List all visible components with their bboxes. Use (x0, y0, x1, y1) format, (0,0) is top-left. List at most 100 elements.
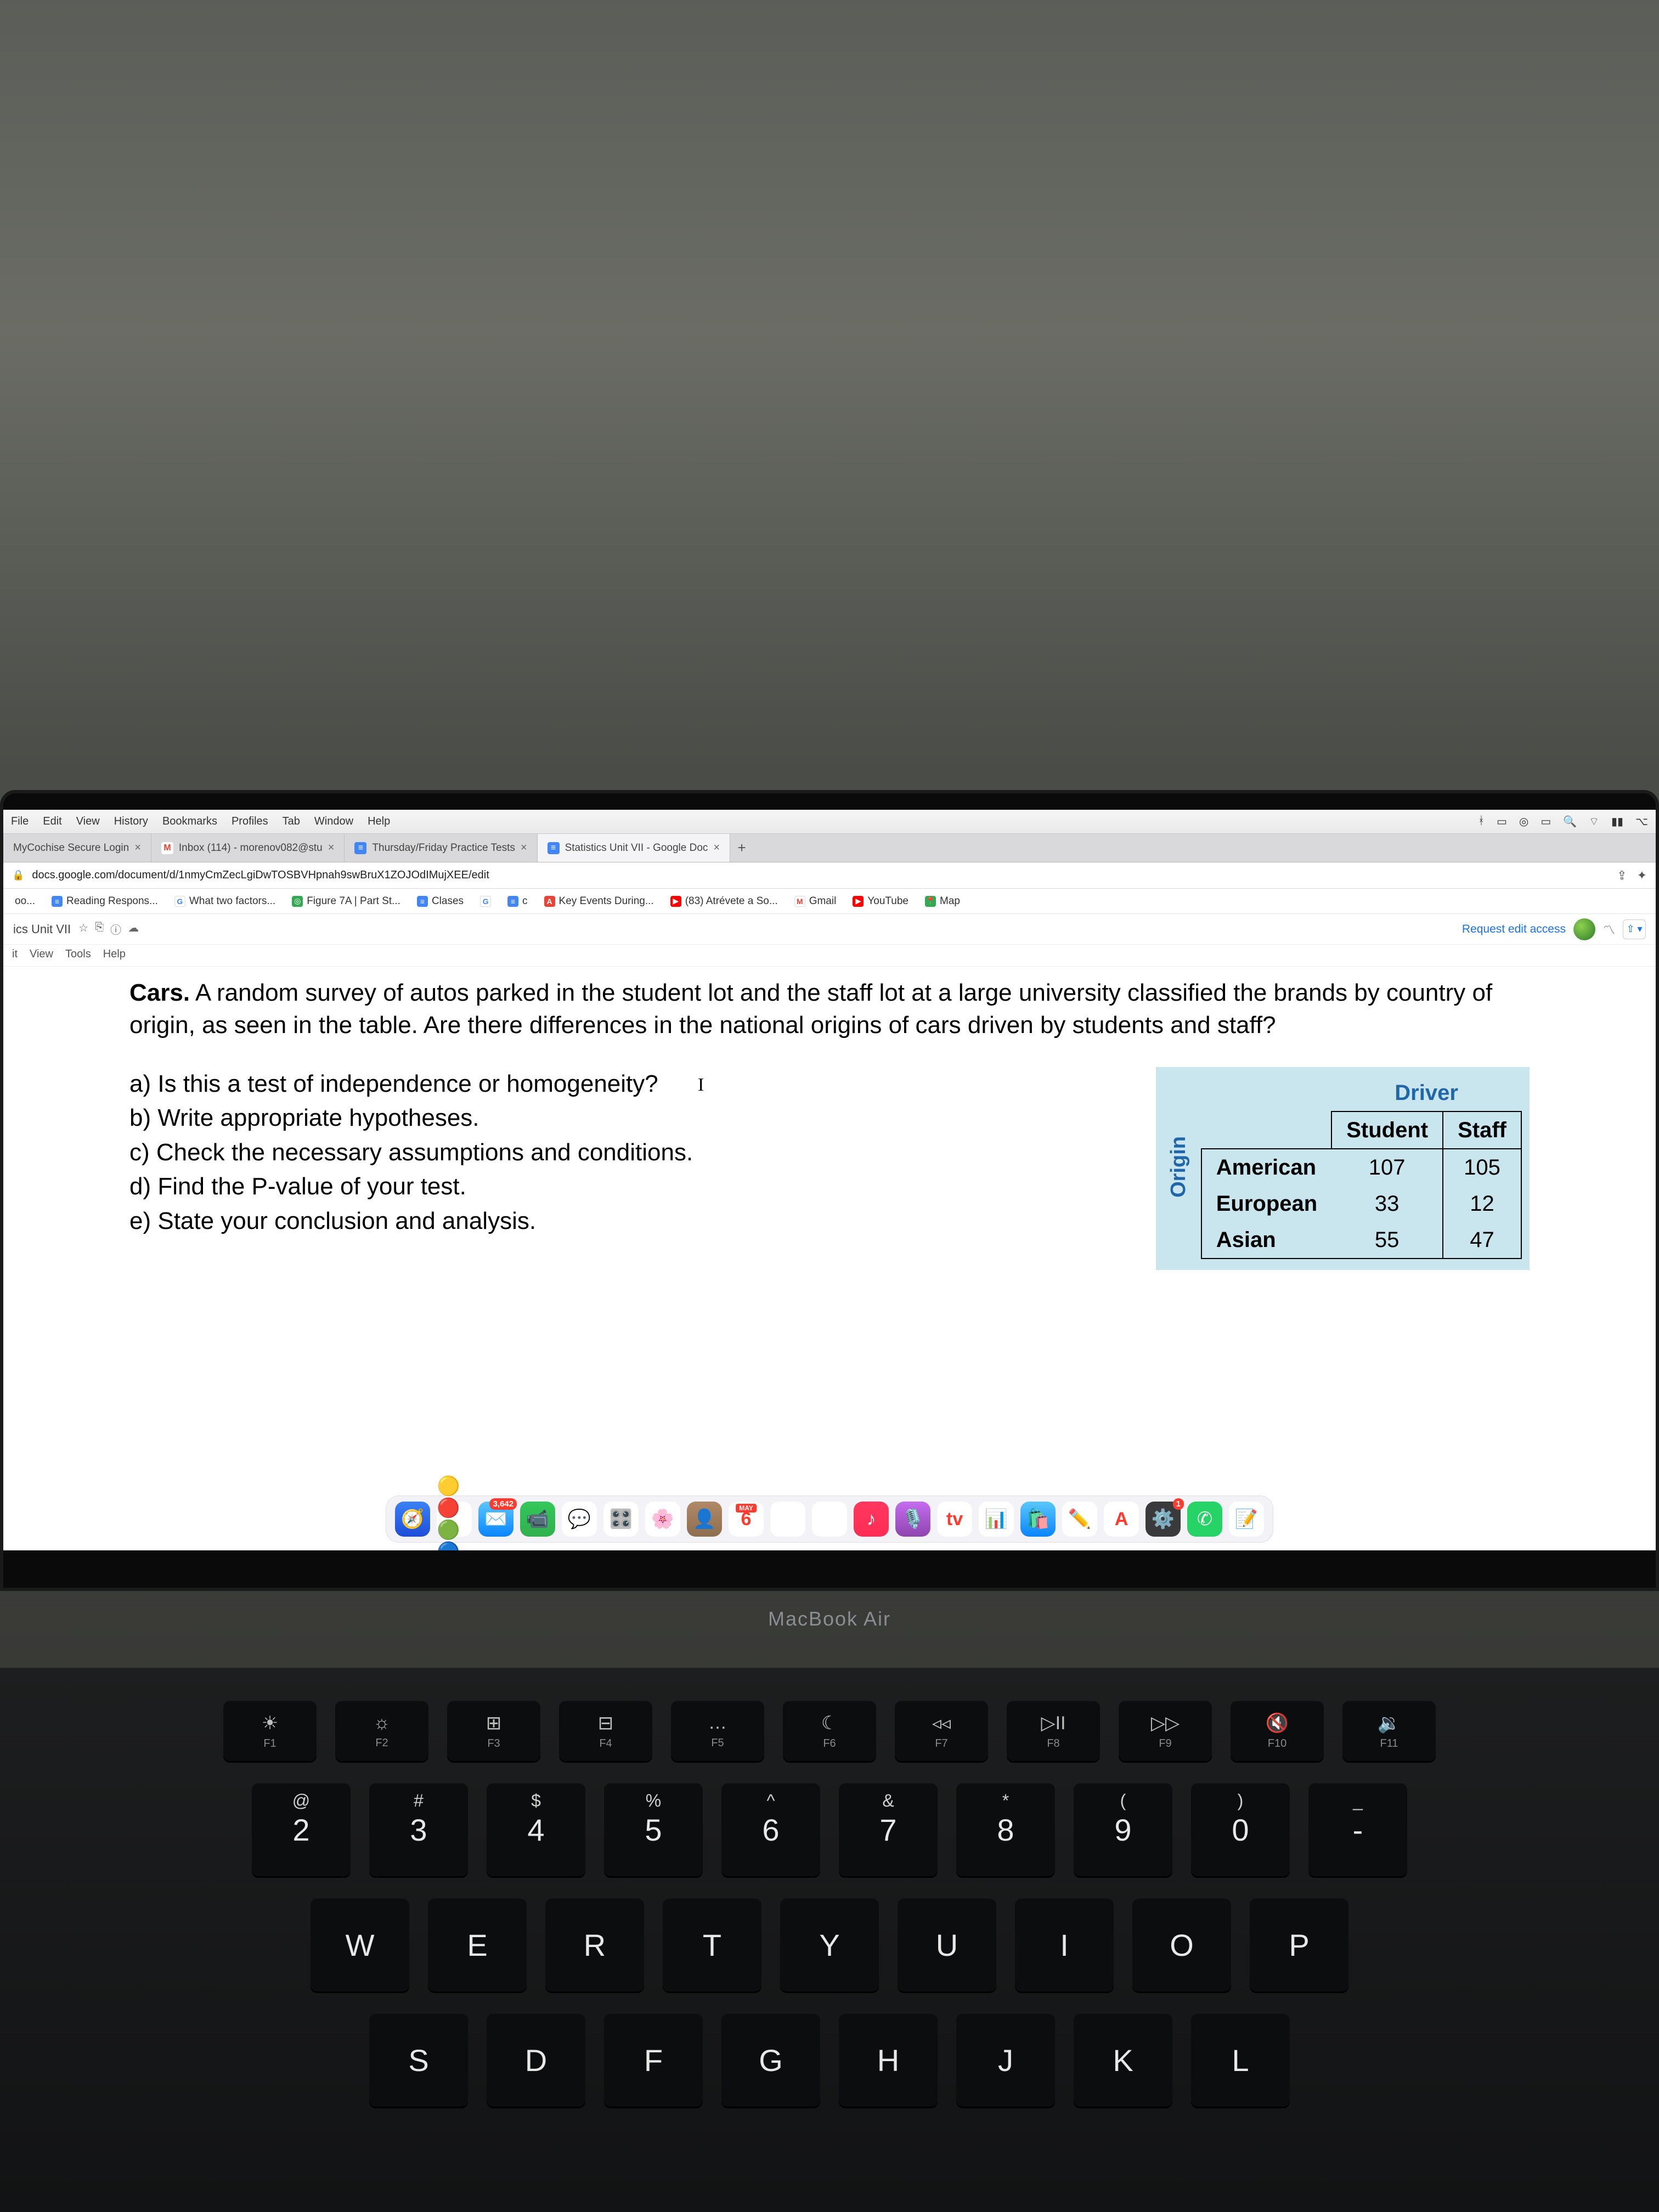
user-avatar[interactable] (1573, 918, 1595, 940)
function-key[interactable]: ☼F2 (335, 1701, 428, 1761)
letter-key[interactable]: U (898, 1898, 996, 1991)
dock-app[interactable]: 📝 (1229, 1502, 1264, 1537)
bookmark-item[interactable]: ≡Clases (411, 893, 470, 910)
bookmark-item[interactable]: ▶(83) Atrévete a So... (664, 893, 784, 910)
bluetooth-icon[interactable]: ᚼ (1478, 815, 1485, 828)
share-icon[interactable]: ⇪ (1617, 868, 1627, 883)
menu-file[interactable]: File (11, 815, 29, 828)
trend-icon[interactable]: 〽︎ (1603, 921, 1615, 938)
number-key[interactable]: $4 (487, 1783, 585, 1876)
letter-key[interactable]: D (487, 2013, 585, 2107)
tab-inbox[interactable]: M Inbox (114) - morenov082@stu × (151, 834, 345, 862)
dock-app[interactable]: ✉️3,642 (478, 1502, 514, 1537)
menu-view[interactable]: View (76, 815, 100, 828)
dock-app[interactable]: 6MAY (729, 1502, 764, 1537)
letter-key[interactable]: O (1132, 1898, 1231, 1991)
battery-full-icon[interactable]: ▮▮ (1611, 815, 1623, 828)
dock-app[interactable] (812, 1502, 847, 1537)
display-icon[interactable]: ▭ (1541, 815, 1551, 828)
function-key[interactable]: ▷▷F9 (1119, 1701, 1212, 1761)
tab-statistics-unit[interactable]: ≡ Statistics Unit VII - Google Doc × (538, 834, 731, 862)
function-key[interactable]: ☀︎F1 (223, 1701, 317, 1761)
number-key[interactable]: (9 (1074, 1783, 1172, 1876)
menu-help[interactable]: Help (368, 815, 390, 828)
bookmark-item[interactable]: AKey Events During... (538, 893, 660, 910)
dock-app[interactable]: ✆ (1187, 1502, 1222, 1537)
bookmark-item[interactable]: ▶YouTube (847, 893, 915, 910)
share-button[interactable]: ⇧ ▾ (1623, 919, 1646, 939)
dock-app[interactable]: 🎙️ (895, 1502, 930, 1537)
letter-key[interactable]: F (604, 2013, 703, 2107)
cloud-icon[interactable]: ☁ (128, 921, 139, 937)
star-icon[interactable]: ☆ (78, 921, 88, 937)
function-key[interactable]: 🔇F10 (1231, 1701, 1324, 1761)
menu-tab[interactable]: Tab (283, 815, 300, 828)
new-tab-button[interactable]: + (730, 839, 753, 856)
number-key[interactable]: @2 (252, 1783, 351, 1876)
letter-key[interactable]: P (1250, 1898, 1348, 1991)
dock-app[interactable]: 🧭 (395, 1502, 430, 1537)
close-icon[interactable]: × (134, 842, 141, 854)
function-key[interactable]: ⊞F3 (447, 1701, 540, 1761)
dock-app[interactable]: 🟡🔴🟢🔵 (437, 1502, 472, 1537)
bookmark-item[interactable]: MGmail (788, 893, 843, 910)
docs-menu-item[interactable]: View (30, 948, 53, 961)
dock-app[interactable]: 📹 (520, 1502, 555, 1537)
wifi-icon[interactable]: ⌔ (1589, 815, 1599, 828)
bookmark-item[interactable]: 📍Map (919, 893, 966, 910)
letter-key[interactable]: J (956, 2013, 1055, 2107)
letter-key[interactable]: E (428, 1898, 527, 1991)
document-title[interactable]: ics Unit VII (13, 922, 71, 936)
letter-key[interactable]: L (1191, 2013, 1290, 2107)
control-center-icon[interactable]: ⌥ (1635, 815, 1648, 828)
info-icon[interactable]: ⓘ (110, 921, 121, 937)
dock-app[interactable]: 👤 (687, 1502, 722, 1537)
bookmark-item[interactable]: ◎Figure 7A | Part St... (286, 893, 407, 910)
bookmark-item[interactable]: G (474, 894, 497, 909)
dock-app[interactable]: 🛍️ (1020, 1502, 1056, 1537)
number-key[interactable]: _- (1308, 1783, 1407, 1876)
function-key[interactable]: 🔉F11 (1342, 1701, 1436, 1761)
letter-key[interactable]: G (721, 2013, 820, 2107)
function-key[interactable]: …F5 (671, 1701, 764, 1761)
extensions-icon[interactable]: ✦ (1637, 868, 1647, 883)
dock-app[interactable]: ✏️ (1062, 1502, 1097, 1537)
bookmark-item[interactable]: ≡c (501, 893, 534, 910)
tab-mycochise[interactable]: MyCochise Secure Login × (3, 834, 151, 862)
close-icon[interactable]: × (713, 842, 720, 854)
dock-app[interactable]: ♪ (854, 1502, 889, 1537)
number-key[interactable]: #3 (369, 1783, 468, 1876)
menu-window[interactable]: Window (314, 815, 353, 828)
menu-profiles[interactable]: Profiles (232, 815, 268, 828)
letter-key[interactable]: H (839, 2013, 938, 2107)
dock-app[interactable]: 📊 (979, 1502, 1014, 1537)
bookmark-item[interactable]: ≡Reading Respons... (46, 893, 164, 910)
request-edit-access-button[interactable]: Request edit access (1462, 923, 1566, 936)
tab-practice-tests[interactable]: ≡ Thursday/Friday Practice Tests × (345, 834, 537, 862)
function-key[interactable]: ▷IIF8 (1007, 1701, 1100, 1761)
letter-key[interactable]: T (663, 1898, 761, 1991)
number-key[interactable]: %5 (604, 1783, 703, 1876)
menu-edit[interactable]: Edit (43, 815, 61, 828)
bookmark-item[interactable]: oo... (9, 893, 41, 910)
document-body[interactable]: Cars. A random survey of autos parked in… (3, 967, 1656, 1270)
function-key[interactable]: ⊟F4 (559, 1701, 652, 1761)
letter-key[interactable]: Y (780, 1898, 879, 1991)
number-key[interactable]: )0 (1191, 1783, 1290, 1876)
dock-app[interactable]: 💬 (562, 1502, 597, 1537)
docs-menu-item[interactable]: Help (103, 948, 126, 961)
dock-app[interactable]: 🎛️ (603, 1502, 639, 1537)
menu-bookmarks[interactable]: Bookmarks (162, 815, 217, 828)
close-icon[interactable]: × (328, 842, 335, 854)
search-icon[interactable]: 🔍 (1563, 815, 1577, 828)
letter-key[interactable]: S (369, 2013, 468, 2107)
airplay-icon[interactable]: ◎ (1519, 815, 1528, 828)
number-key[interactable]: ^6 (721, 1783, 820, 1876)
dock-app[interactable]: 🌸 (645, 1502, 680, 1537)
dock-app[interactable]: tv (937, 1502, 972, 1537)
battery-icon[interactable]: ▭ (1497, 815, 1507, 828)
close-icon[interactable]: × (521, 842, 527, 854)
function-key[interactable]: ☾F6 (783, 1701, 876, 1761)
letter-key[interactable]: K (1074, 2013, 1172, 2107)
menu-history[interactable]: History (114, 815, 148, 828)
